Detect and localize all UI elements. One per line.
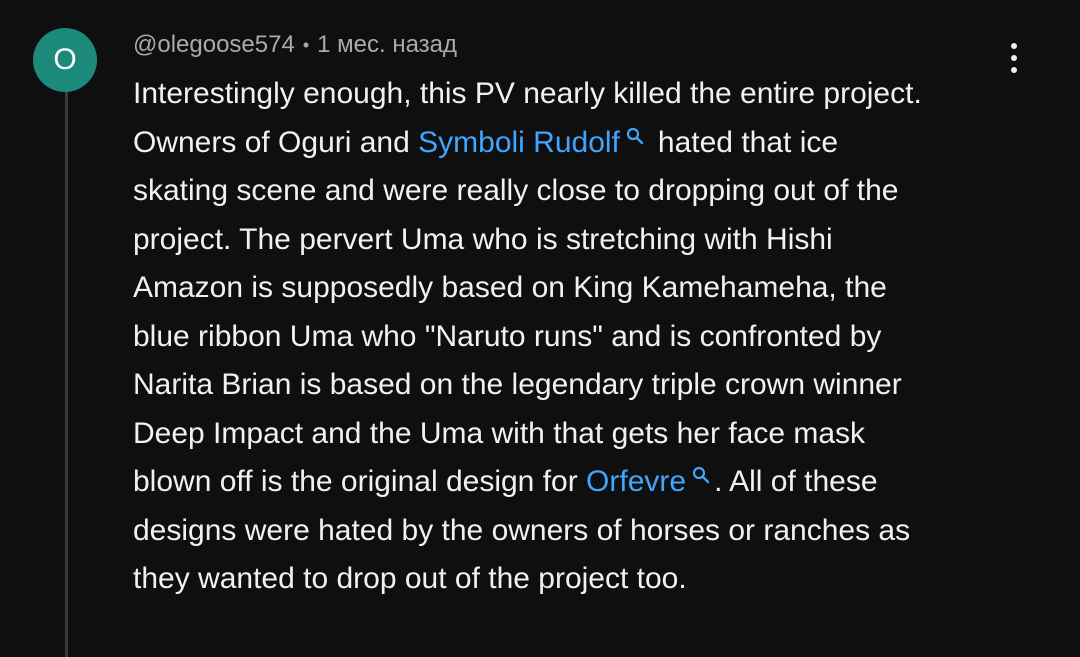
comment-line: Owners of Oguri and Symboli Rudolf hated … — [133, 125, 839, 159]
comment-header: @olegoose574 • 1 мес. назад — [133, 28, 457, 62]
comment-line: designs were hated by the owners of hors… — [133, 513, 911, 547]
comment-body: Interestingly enough, this PV nearly kil… — [133, 70, 1013, 604]
author-name[interactable]: @olegoose574 — [133, 31, 295, 59]
more-vertical-icon — [1011, 43, 1017, 49]
comment-line: Amazon is supposedly based on King Kameh… — [133, 271, 887, 304]
comment-timestamp[interactable]: 1 мес. назад — [317, 31, 457, 59]
search-icon[interactable] — [626, 127, 644, 145]
comment-line: blown off is the original design for Orf… — [133, 465, 878, 498]
comment-line: Narita Brian is based on the legendary t… — [133, 368, 902, 401]
separator-dot: • — [302, 34, 310, 55]
search-icon[interactable] — [692, 466, 710, 484]
link-orfevre[interactable]: Orfevre — [586, 465, 686, 498]
comment-line: skating scene and were really close to d… — [133, 174, 899, 207]
avatar-letter: O — [53, 43, 77, 76]
comment-line: Interestingly enough, this PV nearly kil… — [133, 77, 922, 110]
avatar[interactable]: O — [33, 28, 97, 92]
comment-line: Deep Impact and the Uma with that gets h… — [133, 416, 866, 450]
reply-thread-line — [65, 84, 68, 657]
link-symboli-rudolf[interactable]: Symboli Rudolf — [418, 126, 620, 159]
comment-line: they wanted to drop out of the project t… — [133, 562, 687, 595]
comment-line: blue ribbon Uma who "Naruto runs" and is… — [133, 319, 882, 353]
comment-line: project. The pervert Uma who is stretchi… — [133, 222, 833, 256]
